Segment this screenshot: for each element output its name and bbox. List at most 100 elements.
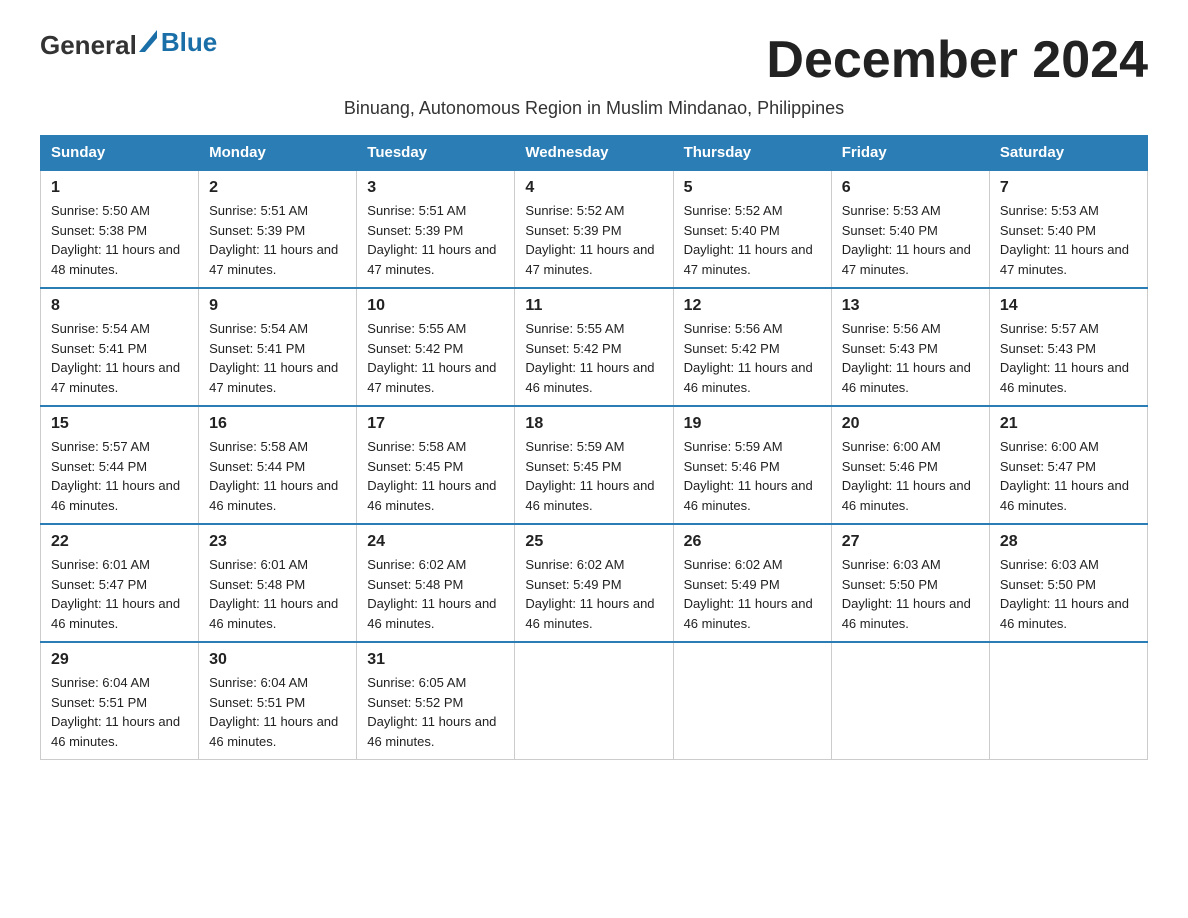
table-row: 27 Sunrise: 6:03 AM Sunset: 5:50 PM Dayl… — [831, 524, 989, 642]
day-number: 19 — [684, 415, 821, 433]
table-row: 9 Sunrise: 5:54 AM Sunset: 5:41 PM Dayli… — [199, 288, 357, 406]
day-info: Sunrise: 5:51 AM Sunset: 5:39 PM Dayligh… — [209, 201, 346, 279]
table-row: 12 Sunrise: 5:56 AM Sunset: 5:42 PM Dayl… — [673, 288, 831, 406]
day-info: Sunrise: 5:55 AM Sunset: 5:42 PM Dayligh… — [525, 319, 662, 397]
day-number: 27 — [842, 533, 979, 551]
table-row: 20 Sunrise: 6:00 AM Sunset: 5:46 PM Dayl… — [831, 406, 989, 524]
calendar-week-row: 29 Sunrise: 6:04 AM Sunset: 5:51 PM Dayl… — [41, 642, 1148, 760]
logo-text-general: General — [40, 30, 137, 60]
day-info: Sunrise: 5:57 AM Sunset: 5:44 PM Dayligh… — [51, 437, 188, 515]
day-number: 1 — [51, 179, 188, 197]
table-row: 17 Sunrise: 5:58 AM Sunset: 5:45 PM Dayl… — [357, 406, 515, 524]
day-number: 11 — [525, 297, 662, 315]
table-row: 23 Sunrise: 6:01 AM Sunset: 5:48 PM Dayl… — [199, 524, 357, 642]
calendar-week-row: 15 Sunrise: 5:57 AM Sunset: 5:44 PM Dayl… — [41, 406, 1148, 524]
day-info: Sunrise: 5:54 AM Sunset: 5:41 PM Dayligh… — [51, 319, 188, 397]
day-info: Sunrise: 6:01 AM Sunset: 5:48 PM Dayligh… — [209, 555, 346, 633]
table-row: 30 Sunrise: 6:04 AM Sunset: 5:51 PM Dayl… — [199, 642, 357, 760]
table-row: 5 Sunrise: 5:52 AM Sunset: 5:40 PM Dayli… — [673, 170, 831, 288]
table-row: 1 Sunrise: 5:50 AM Sunset: 5:38 PM Dayli… — [41, 170, 199, 288]
day-info: Sunrise: 5:53 AM Sunset: 5:40 PM Dayligh… — [1000, 201, 1137, 279]
day-number: 16 — [209, 415, 346, 433]
day-number: 17 — [367, 415, 504, 433]
calendar-week-row: 22 Sunrise: 6:01 AM Sunset: 5:47 PM Dayl… — [41, 524, 1148, 642]
day-number: 6 — [842, 179, 979, 197]
table-row: 18 Sunrise: 5:59 AM Sunset: 5:45 PM Dayl… — [515, 406, 673, 524]
table-row: 21 Sunrise: 6:00 AM Sunset: 5:47 PM Dayl… — [989, 406, 1147, 524]
day-number: 12 — [684, 297, 821, 315]
col-saturday: Saturday — [989, 136, 1147, 171]
day-info: Sunrise: 6:01 AM Sunset: 5:47 PM Dayligh… — [51, 555, 188, 633]
day-number: 18 — [525, 415, 662, 433]
col-tuesday: Tuesday — [357, 136, 515, 171]
day-info: Sunrise: 5:55 AM Sunset: 5:42 PM Dayligh… — [367, 319, 504, 397]
day-number: 30 — [209, 651, 346, 669]
table-row: 31 Sunrise: 6:05 AM Sunset: 5:52 PM Dayl… — [357, 642, 515, 760]
logo-arrow-icon — [139, 30, 157, 52]
day-number: 14 — [1000, 297, 1137, 315]
day-info: Sunrise: 5:59 AM Sunset: 5:46 PM Dayligh… — [684, 437, 821, 515]
day-info: Sunrise: 6:03 AM Sunset: 5:50 PM Dayligh… — [1000, 555, 1137, 633]
day-info: Sunrise: 6:02 AM Sunset: 5:49 PM Dayligh… — [525, 555, 662, 633]
table-row: 11 Sunrise: 5:55 AM Sunset: 5:42 PM Dayl… — [515, 288, 673, 406]
table-row — [515, 642, 673, 760]
day-number: 15 — [51, 415, 188, 433]
day-number: 9 — [209, 297, 346, 315]
table-row: 22 Sunrise: 6:01 AM Sunset: 5:47 PM Dayl… — [41, 524, 199, 642]
day-info: Sunrise: 6:05 AM Sunset: 5:52 PM Dayligh… — [367, 673, 504, 751]
day-number: 20 — [842, 415, 979, 433]
day-number: 22 — [51, 533, 188, 551]
logo-text-blue: Blue — [161, 27, 217, 58]
page-subtitle: Binuang, Autonomous Region in Muslim Min… — [40, 98, 1148, 119]
day-number: 21 — [1000, 415, 1137, 433]
col-thursday: Thursday — [673, 136, 831, 171]
calendar-header-row: Sunday Monday Tuesday Wednesday Thursday… — [41, 136, 1148, 171]
table-row: 4 Sunrise: 5:52 AM Sunset: 5:39 PM Dayli… — [515, 170, 673, 288]
day-info: Sunrise: 6:04 AM Sunset: 5:51 PM Dayligh… — [209, 673, 346, 751]
table-row — [989, 642, 1147, 760]
calendar-table: Sunday Monday Tuesday Wednesday Thursday… — [40, 135, 1148, 760]
day-info: Sunrise: 5:52 AM Sunset: 5:39 PM Dayligh… — [525, 201, 662, 279]
col-monday: Monday — [199, 136, 357, 171]
day-info: Sunrise: 6:04 AM Sunset: 5:51 PM Dayligh… — [51, 673, 188, 751]
day-info: Sunrise: 5:58 AM Sunset: 5:45 PM Dayligh… — [367, 437, 504, 515]
day-number: 5 — [684, 179, 821, 197]
day-info: Sunrise: 5:58 AM Sunset: 5:44 PM Dayligh… — [209, 437, 346, 515]
table-row: 26 Sunrise: 6:02 AM Sunset: 5:49 PM Dayl… — [673, 524, 831, 642]
day-number: 23 — [209, 533, 346, 551]
day-number: 2 — [209, 179, 346, 197]
table-row: 14 Sunrise: 5:57 AM Sunset: 5:43 PM Dayl… — [989, 288, 1147, 406]
table-row: 15 Sunrise: 5:57 AM Sunset: 5:44 PM Dayl… — [41, 406, 199, 524]
day-number: 8 — [51, 297, 188, 315]
table-row: 29 Sunrise: 6:04 AM Sunset: 5:51 PM Dayl… — [41, 642, 199, 760]
month-title: December 2024 — [766, 30, 1148, 90]
day-number: 4 — [525, 179, 662, 197]
day-info: Sunrise: 6:02 AM Sunset: 5:48 PM Dayligh… — [367, 555, 504, 633]
calendar-week-row: 8 Sunrise: 5:54 AM Sunset: 5:41 PM Dayli… — [41, 288, 1148, 406]
table-row: 10 Sunrise: 5:55 AM Sunset: 5:42 PM Dayl… — [357, 288, 515, 406]
day-number: 26 — [684, 533, 821, 551]
day-number: 25 — [525, 533, 662, 551]
day-info: Sunrise: 5:53 AM Sunset: 5:40 PM Dayligh… — [842, 201, 979, 279]
day-number: 31 — [367, 651, 504, 669]
day-number: 28 — [1000, 533, 1137, 551]
day-info: Sunrise: 5:56 AM Sunset: 5:43 PM Dayligh… — [842, 319, 979, 397]
table-row: 19 Sunrise: 5:59 AM Sunset: 5:46 PM Dayl… — [673, 406, 831, 524]
table-row: 13 Sunrise: 5:56 AM Sunset: 5:43 PM Dayl… — [831, 288, 989, 406]
calendar-week-row: 1 Sunrise: 5:50 AM Sunset: 5:38 PM Dayli… — [41, 170, 1148, 288]
day-info: Sunrise: 6:02 AM Sunset: 5:49 PM Dayligh… — [684, 555, 821, 633]
logo: General Blue — [40, 30, 217, 61]
col-sunday: Sunday — [41, 136, 199, 171]
day-info: Sunrise: 5:50 AM Sunset: 5:38 PM Dayligh… — [51, 201, 188, 279]
day-info: Sunrise: 6:03 AM Sunset: 5:50 PM Dayligh… — [842, 555, 979, 633]
table-row: 24 Sunrise: 6:02 AM Sunset: 5:48 PM Dayl… — [357, 524, 515, 642]
day-info: Sunrise: 5:54 AM Sunset: 5:41 PM Dayligh… — [209, 319, 346, 397]
page-header: General Blue December 2024 — [40, 30, 1148, 90]
day-info: Sunrise: 6:00 AM Sunset: 5:47 PM Dayligh… — [1000, 437, 1137, 515]
table-row: 6 Sunrise: 5:53 AM Sunset: 5:40 PM Dayli… — [831, 170, 989, 288]
day-info: Sunrise: 5:56 AM Sunset: 5:42 PM Dayligh… — [684, 319, 821, 397]
day-number: 10 — [367, 297, 504, 315]
day-number: 29 — [51, 651, 188, 669]
table-row: 3 Sunrise: 5:51 AM Sunset: 5:39 PM Dayli… — [357, 170, 515, 288]
day-info: Sunrise: 5:57 AM Sunset: 5:43 PM Dayligh… — [1000, 319, 1137, 397]
